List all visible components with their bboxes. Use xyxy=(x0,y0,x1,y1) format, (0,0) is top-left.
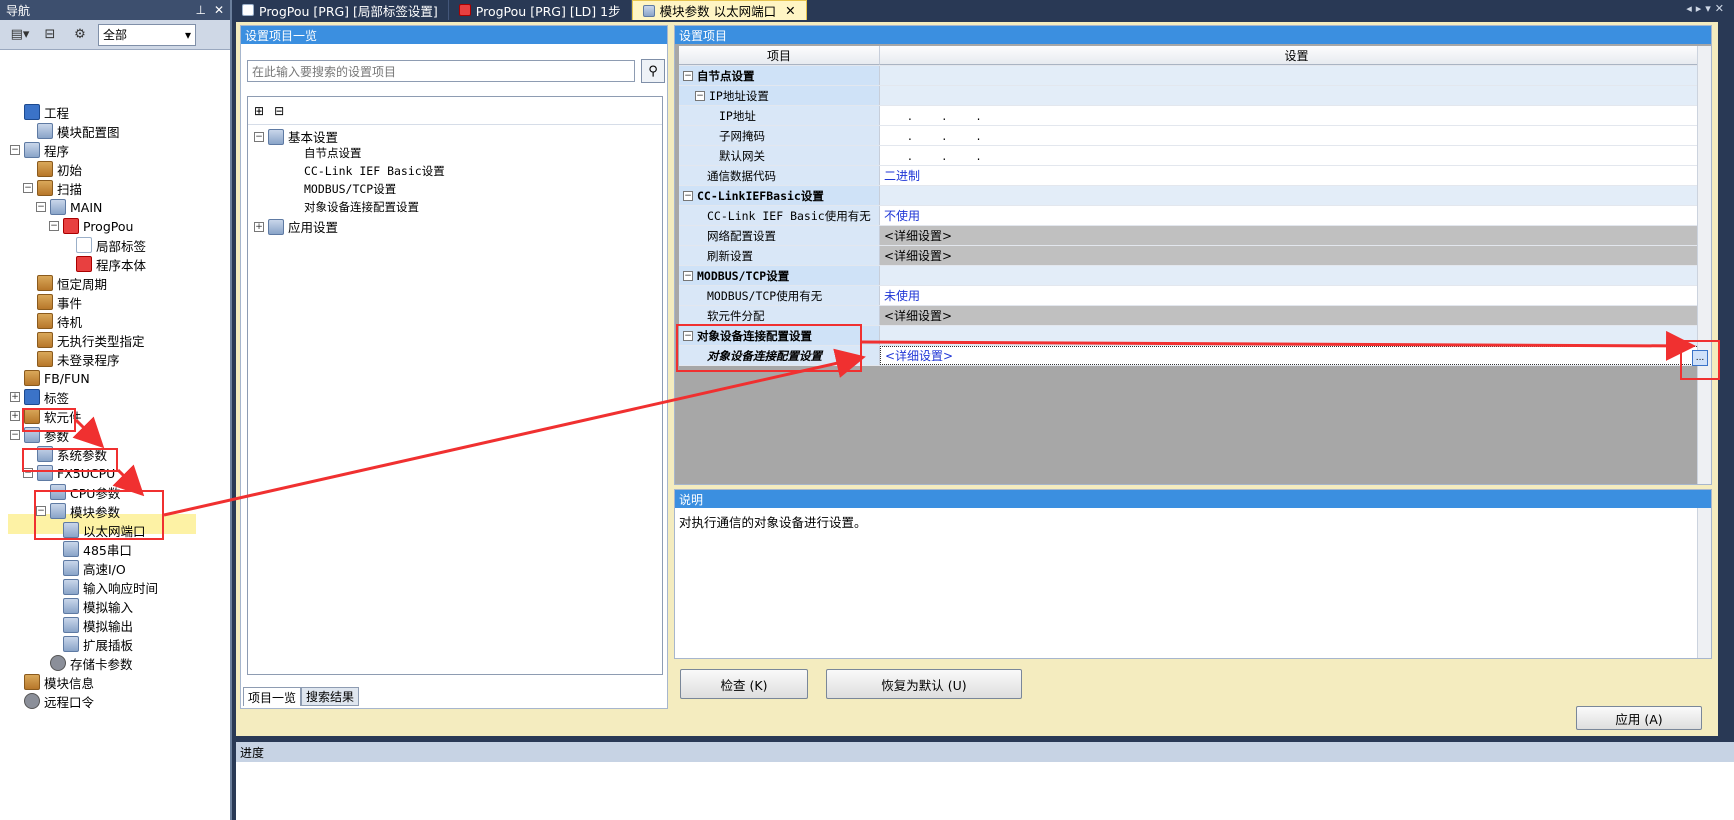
arrow-2 xyxy=(112,464,145,497)
arrow-4 xyxy=(861,330,1696,361)
arrow-1 xyxy=(72,416,105,449)
annotation-arrows xyxy=(72,330,1696,517)
arrow-3 xyxy=(163,348,866,517)
